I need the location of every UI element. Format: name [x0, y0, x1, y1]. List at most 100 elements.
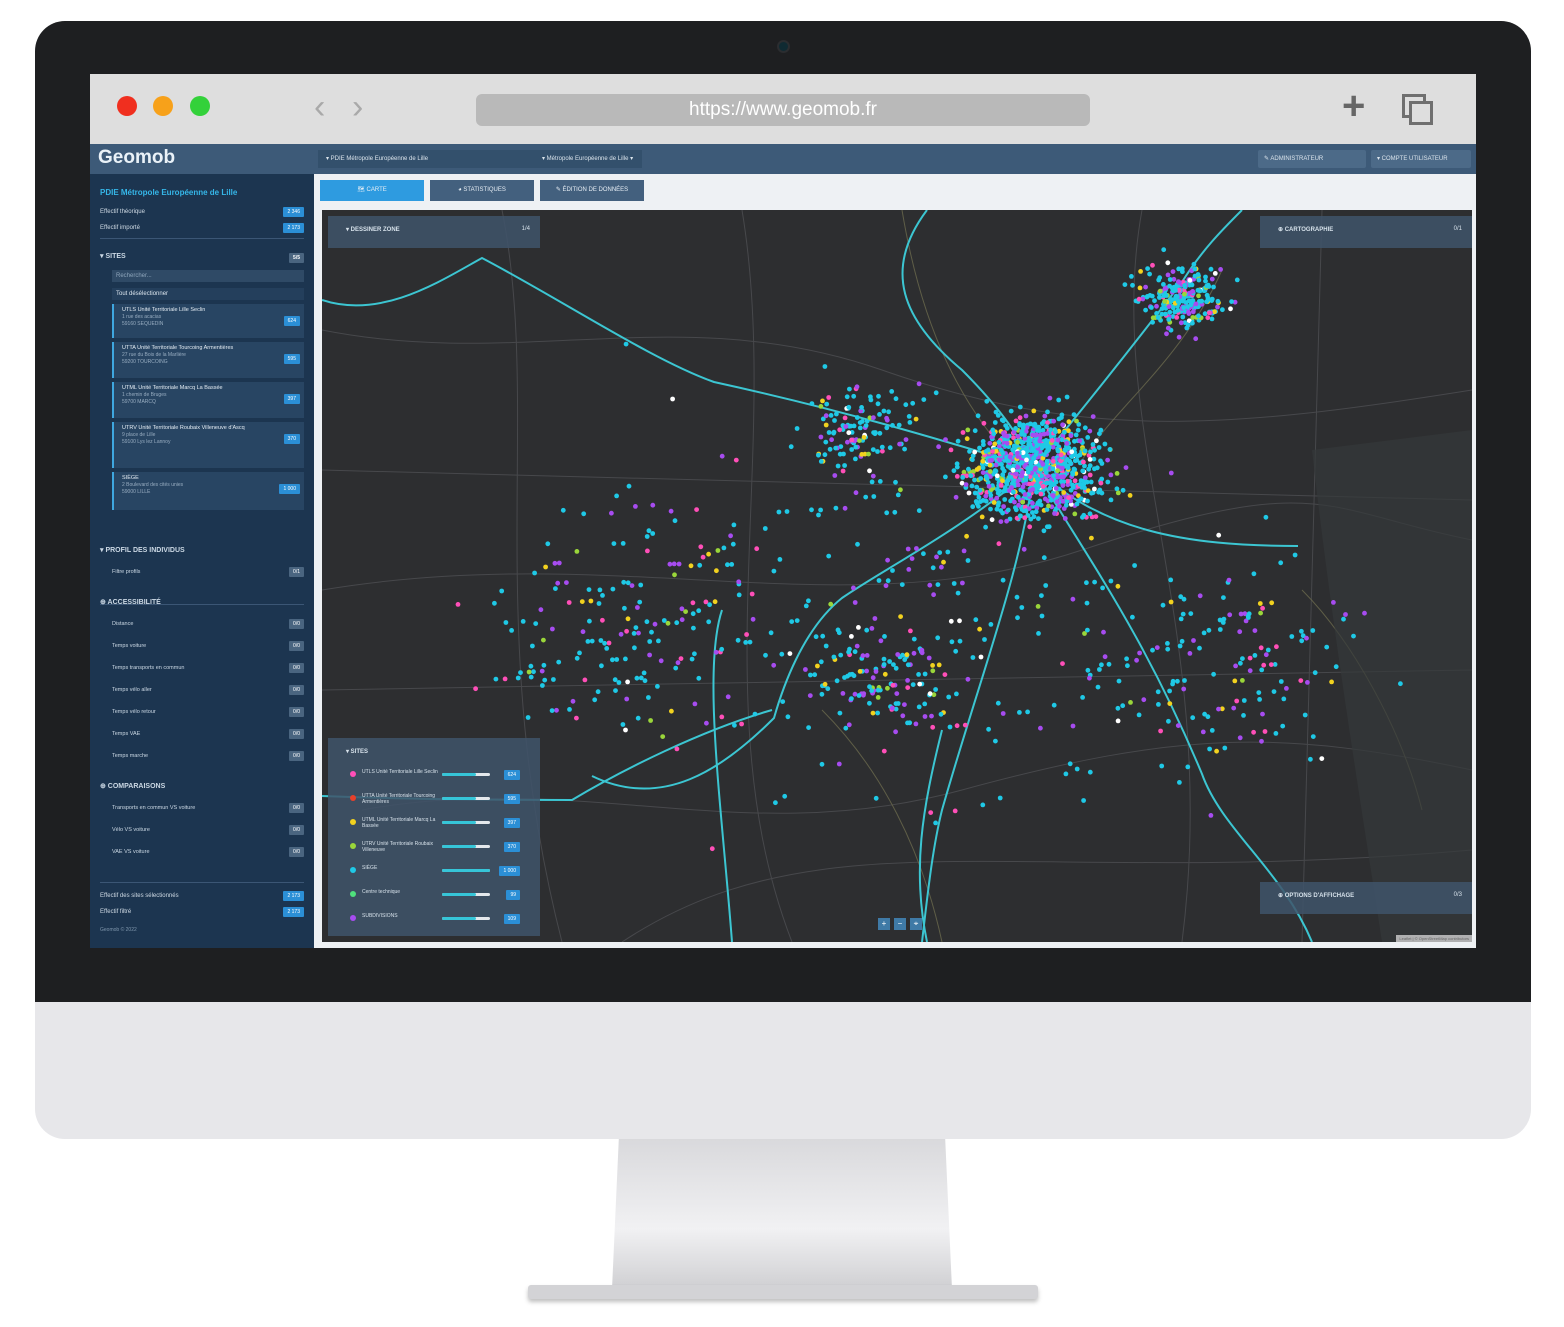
- employee-point[interactable]: [1033, 439, 1038, 445]
- employee-point[interactable]: [857, 438, 862, 443]
- employee-point[interactable]: [1098, 458, 1103, 464]
- employee-point[interactable]: [1087, 428, 1093, 434]
- employee-point[interactable]: [1077, 438, 1083, 444]
- employee-point[interactable]: [1263, 514, 1269, 520]
- employee-point[interactable]: [861, 435, 867, 440]
- employee-point[interactable]: [675, 660, 681, 666]
- employee-point[interactable]: [1280, 723, 1286, 729]
- employee-point[interactable]: [1077, 482, 1083, 487]
- employee-point[interactable]: [1040, 484, 1046, 489]
- employee-point[interactable]: [692, 701, 698, 707]
- employee-point[interactable]: [1070, 596, 1076, 602]
- employee-point[interactable]: [870, 675, 876, 681]
- employee-point[interactable]: [989, 517, 995, 523]
- employee-point[interactable]: [1170, 681, 1175, 687]
- employee-point[interactable]: [980, 458, 986, 464]
- employee-point[interactable]: [834, 678, 840, 684]
- employee-point[interactable]: [1304, 635, 1309, 641]
- employee-point[interactable]: [1274, 644, 1279, 650]
- employee-point[interactable]: [645, 548, 650, 554]
- employee-point[interactable]: [906, 567, 912, 572]
- accessibility-section-header[interactable]: ⊕ ACCESSIBILITÉ: [100, 598, 304, 606]
- employee-point[interactable]: [631, 631, 637, 636]
- url-bar[interactable]: https://www.geomob.fr: [476, 94, 1090, 126]
- employee-point[interactable]: [1049, 438, 1055, 443]
- employee-point[interactable]: [1058, 452, 1064, 458]
- employee-point[interactable]: [1092, 447, 1097, 453]
- employee-point[interactable]: [623, 656, 628, 662]
- employee-point[interactable]: [683, 609, 688, 614]
- employee-point[interactable]: [907, 420, 913, 425]
- employee-point[interactable]: [1180, 611, 1186, 617]
- employee-point[interactable]: [779, 651, 785, 657]
- employee-point[interactable]: [890, 682, 896, 688]
- employee-point[interactable]: [509, 628, 514, 633]
- employee-point[interactable]: [1051, 473, 1057, 478]
- employee-point[interactable]: [1273, 731, 1279, 736]
- employee-point[interactable]: [762, 526, 768, 531]
- employee-point[interactable]: [887, 659, 892, 664]
- employee-point[interactable]: [1017, 513, 1023, 519]
- employee-point[interactable]: [1089, 535, 1094, 541]
- employee-point[interactable]: [1312, 670, 1318, 676]
- employee-point[interactable]: [1268, 662, 1274, 667]
- employee-point[interactable]: [566, 600, 572, 605]
- employee-point[interactable]: [943, 437, 948, 442]
- employee-point[interactable]: [966, 490, 972, 496]
- employee-point[interactable]: [1000, 711, 1006, 716]
- employee-point[interactable]: [660, 734, 666, 739]
- employee-point[interactable]: [1038, 502, 1044, 508]
- employee-point[interactable]: [551, 677, 556, 682]
- employee-point[interactable]: [1107, 447, 1113, 452]
- employee-point[interactable]: [973, 499, 979, 504]
- employee-point[interactable]: [893, 701, 899, 706]
- employee-point[interactable]: [1033, 465, 1038, 471]
- legend-opacity-slider[interactable]: [442, 869, 490, 872]
- employee-point[interactable]: [831, 429, 837, 435]
- employee-point[interactable]: [933, 820, 938, 826]
- cartography-panel[interactable]: ⊕ CARTOGRAPHIE 0/1: [1260, 216, 1472, 248]
- employee-point[interactable]: [691, 625, 696, 631]
- employee-point[interactable]: [837, 427, 843, 433]
- employee-point[interactable]: [1190, 315, 1196, 320]
- employee-point[interactable]: [1160, 602, 1166, 608]
- employee-point[interactable]: [1073, 432, 1079, 438]
- employee-point[interactable]: [1246, 615, 1251, 620]
- employee-point[interactable]: [1042, 413, 1048, 419]
- employee-point[interactable]: [1190, 715, 1196, 721]
- employee-point[interactable]: [1170, 269, 1176, 274]
- employee-point[interactable]: [1190, 320, 1195, 326]
- employee-point[interactable]: [1308, 756, 1313, 762]
- employee-point[interactable]: [1207, 746, 1212, 752]
- employee-point[interactable]: [938, 711, 944, 717]
- employee-point[interactable]: [1195, 287, 1201, 293]
- employee-point[interactable]: [1252, 628, 1258, 633]
- employee-point[interactable]: [567, 707, 572, 712]
- employee-point[interactable]: [854, 643, 860, 649]
- employee-point[interactable]: [849, 696, 854, 701]
- employee-point[interactable]: [625, 679, 630, 685]
- employee-point[interactable]: [960, 580, 965, 586]
- employee-point[interactable]: [1181, 596, 1187, 602]
- employee-point[interactable]: [721, 545, 727, 551]
- employee-point[interactable]: [903, 402, 909, 408]
- employee-point[interactable]: [1010, 467, 1016, 473]
- employee-point[interactable]: [1085, 667, 1091, 673]
- employee-point[interactable]: [1051, 702, 1057, 708]
- employee-point[interactable]: [813, 634, 819, 640]
- employee-point[interactable]: [533, 621, 539, 626]
- site-card[interactable]: SIÈGE 2 Boulevard des cités unies 59000 LI…: [112, 472, 304, 510]
- employee-point[interactable]: [853, 490, 859, 496]
- map-attribution[interactable]: Leaflet | © OpenStreetMap contributors: [1396, 935, 1472, 942]
- employee-point[interactable]: [1096, 445, 1102, 450]
- employee-point[interactable]: [678, 656, 684, 661]
- employee-point[interactable]: [588, 598, 594, 604]
- employee-point[interactable]: [1180, 314, 1186, 320]
- employee-point[interactable]: [1324, 644, 1330, 650]
- employee-point[interactable]: [1269, 600, 1275, 606]
- employee-point[interactable]: [1177, 643, 1183, 649]
- employee-point[interactable]: [570, 698, 576, 704]
- employee-point[interactable]: [1050, 493, 1056, 498]
- employee-point[interactable]: [975, 413, 981, 419]
- employee-point[interactable]: [899, 582, 905, 587]
